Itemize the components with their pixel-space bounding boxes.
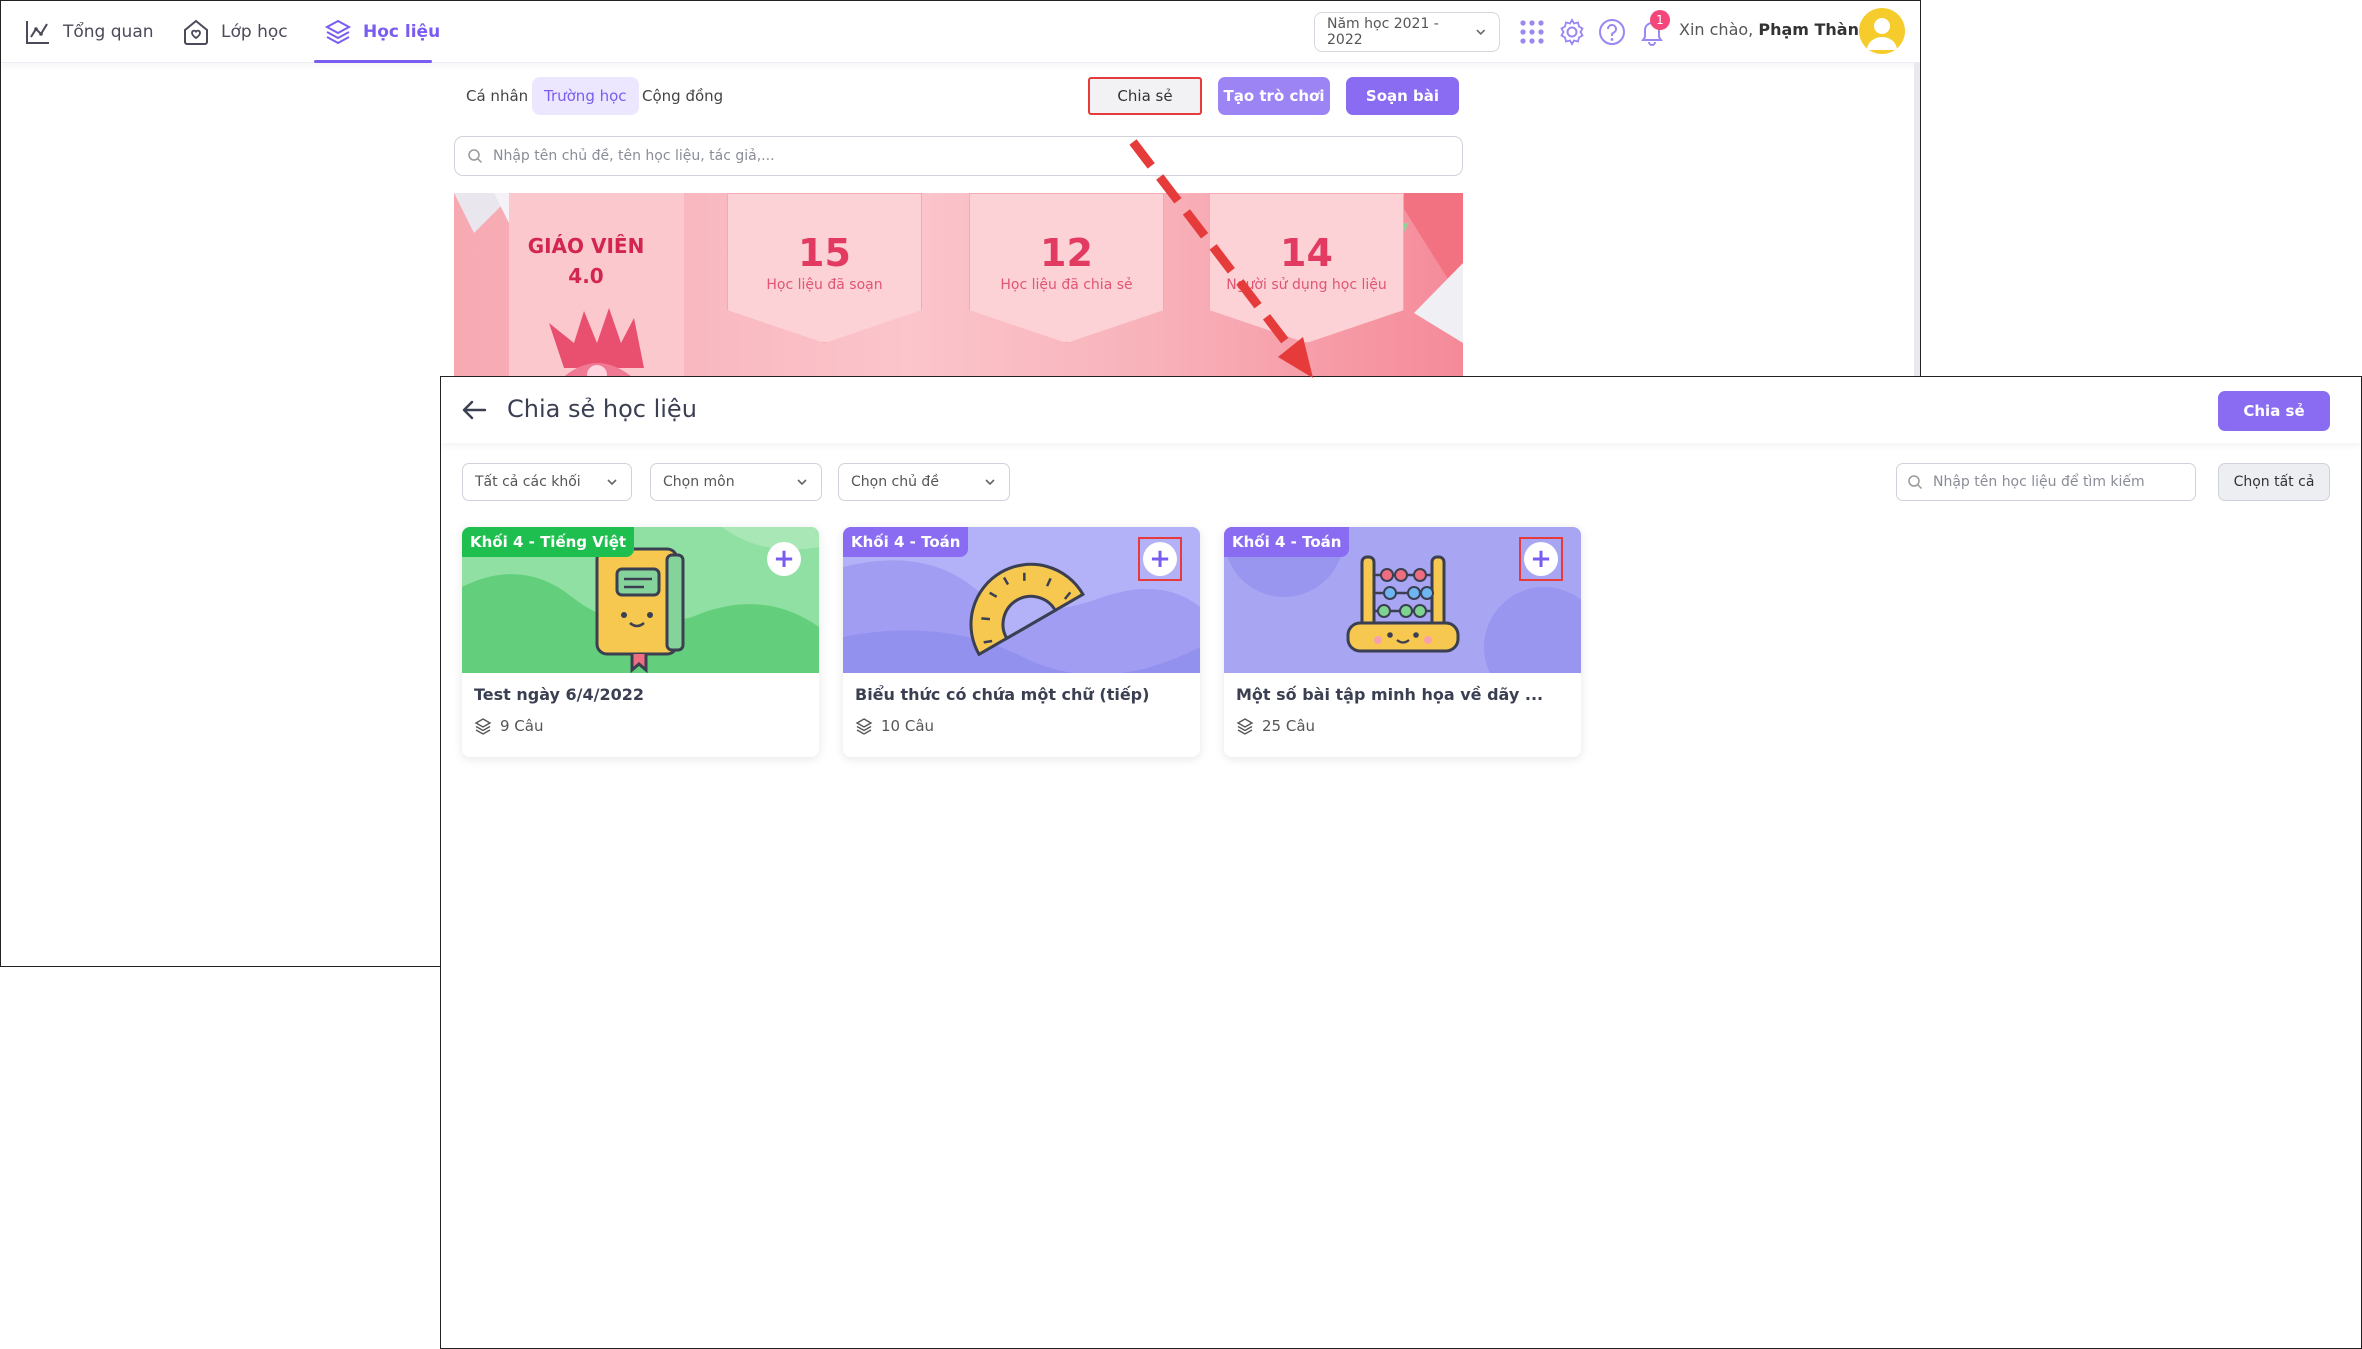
card-question-count-3: 25 Câu bbox=[1262, 717, 1316, 735]
card-grade-tag-3: Khối 4 - Toán bbox=[1224, 527, 1350, 557]
search-icon bbox=[468, 149, 483, 164]
chevron-down-icon bbox=[797, 479, 807, 486]
compose-lesson-button[interactable]: Soạn bài bbox=[1346, 77, 1459, 115]
share-button[interactable]: Chia sẻ bbox=[1088, 77, 1202, 115]
banner-logo-panel bbox=[509, 193, 684, 393]
nav-overview[interactable]: Tổng quan bbox=[23, 15, 154, 49]
greeting-text: Xin chào, bbox=[1679, 20, 1754, 39]
tab-community[interactable]: Cộng đồng bbox=[630, 77, 735, 115]
greeting: Xin chào, Phạm Thành bbox=[1679, 20, 1870, 39]
stat-label-3: Người sử dụng học liệu bbox=[1226, 277, 1387, 293]
plus-icon: + bbox=[1143, 542, 1177, 576]
materials-search-placeholder: Nhập tên chủ đề, tên học liệu, tác giả,.… bbox=[493, 148, 775, 164]
help-icon[interactable] bbox=[1597, 17, 1627, 47]
add-to-share-button-3[interactable]: + bbox=[1519, 537, 1563, 581]
card-title-1: Test ngày 6/4/2022 bbox=[474, 685, 645, 704]
material-card-1[interactable]: Khối 4 - Tiếng Việt + Test ngày 6/4/2022… bbox=[462, 527, 819, 757]
teacher-badge-line2: 4.0 bbox=[568, 264, 604, 288]
screenshot-canvas: Tổng quan Lớp học Học liệu Năm học 2021 … bbox=[0, 0, 2362, 1349]
layers-icon bbox=[1236, 718, 1254, 735]
back-arrow-icon[interactable] bbox=[459, 395, 489, 425]
tab-personal[interactable]: Cá nhân bbox=[454, 77, 540, 115]
card-grade-tag-1: Khối 4 - Tiếng Việt bbox=[462, 527, 635, 557]
user-name: Phạm Thành bbox=[1758, 20, 1871, 39]
chevron-down-icon bbox=[607, 479, 617, 486]
share-search-input[interactable]: Nhập tên học liệu để tìm kiếm bbox=[1896, 463, 2196, 501]
card-meta-2: 10 Câu bbox=[855, 717, 934, 735]
stat-value-3: 14 bbox=[1280, 231, 1333, 275]
grade-filter-value: Tất cả các khối bbox=[475, 474, 581, 490]
add-to-share-button-1[interactable]: + bbox=[762, 537, 806, 581]
gear-icon[interactable] bbox=[1557, 17, 1587, 47]
stat-value-2: 12 bbox=[1040, 231, 1093, 275]
card-meta-1: 9 Câu bbox=[474, 717, 543, 735]
plus-icon: + bbox=[767, 542, 801, 576]
share-submit-button[interactable]: Chia sẻ bbox=[2218, 391, 2330, 431]
add-to-share-button-2[interactable]: + bbox=[1138, 537, 1182, 581]
select-all-button[interactable]: Chọn tất cả bbox=[2218, 463, 2330, 501]
nav-materials-label: Học liệu bbox=[363, 22, 441, 42]
share-page-title: Chia sẻ học liệu bbox=[507, 395, 697, 423]
stat-label-2: Học liệu đã chia sẻ bbox=[1000, 277, 1133, 293]
notification-badge: 1 bbox=[1650, 10, 1670, 30]
card-question-count-1: 9 Câu bbox=[500, 717, 544, 735]
nav-active-underline bbox=[314, 60, 432, 63]
nav-classes-label: Lớp học bbox=[221, 22, 288, 42]
teacher-badge-line1: GIÁO VIÊN bbox=[527, 234, 645, 258]
share-header: Chia sẻ học liệu Chia sẻ bbox=[441, 377, 2361, 443]
plus-icon: + bbox=[1524, 542, 1558, 576]
nav-classes[interactable]: Lớp học bbox=[181, 15, 288, 49]
materials-search-input[interactable]: Nhập tên chủ đề, tên học liệu, tác giả,.… bbox=[454, 136, 1463, 176]
card-title-2: Biểu thức có chứa một chữ (tiếp) bbox=[855, 685, 1150, 704]
user-avatar-icon bbox=[1867, 18, 1897, 50]
create-game-button[interactable]: Tạo trò chơi bbox=[1218, 77, 1330, 115]
avatar[interactable] bbox=[1859, 8, 1905, 54]
card-title-3: Một số bài tập minh họa về dãy ... bbox=[1236, 685, 1544, 704]
subject-filter-select[interactable]: Chọn môn bbox=[650, 463, 822, 501]
stat-label-1: Học liệu đã soạn bbox=[766, 277, 883, 293]
lotus-icon bbox=[549, 308, 644, 385]
apps-grid-icon[interactable] bbox=[1517, 17, 1547, 47]
share-search-placeholder: Nhập tên học liệu để tìm kiếm bbox=[1933, 474, 2145, 490]
topic-filter-value: Chọn chủ đề bbox=[851, 474, 939, 490]
material-card-2[interactable]: Khối 4 - Toán + Biểu thức có chứa một ch… bbox=[843, 527, 1200, 757]
card-question-count-2: 10 Câu bbox=[881, 717, 935, 735]
school-year-value: Năm học 2021 - 2022 bbox=[1327, 16, 1439, 48]
chevron-down-icon bbox=[985, 479, 995, 486]
tab-school[interactable]: Trường học bbox=[532, 77, 639, 115]
search-icon bbox=[1908, 475, 1923, 490]
card-meta-3: 25 Câu bbox=[1236, 717, 1315, 735]
grade-filter-select[interactable]: Tất cả các khối bbox=[462, 463, 632, 501]
card-grade-tag-2: Khối 4 - Toán bbox=[843, 527, 969, 557]
share-materials-window: Chia sẻ học liệu Chia sẻ Tất cả các khối… bbox=[440, 376, 2362, 1349]
layers-icon bbox=[324, 19, 352, 45]
teacher-badge-title: GIÁO VIÊN 4.0 bbox=[516, 231, 656, 291]
home-heart-icon bbox=[184, 19, 208, 45]
subject-filter-value: Chọn môn bbox=[663, 474, 735, 490]
chevron-down-icon bbox=[1475, 29, 1485, 36]
topic-filter-select[interactable]: Chọn chủ đề bbox=[838, 463, 1010, 501]
top-navbar: Tổng quan Lớp học Học liệu Năm học 2021 … bbox=[1, 1, 1920, 63]
chart-line-icon bbox=[26, 21, 49, 44]
nav-materials[interactable]: Học liệu bbox=[323, 15, 440, 49]
teacher-banner: GIÁO VIÊN 4.0 15 Học liệu đã soạn 12 Học… bbox=[454, 193, 1463, 393]
nav-overview-label: Tổng quan bbox=[63, 22, 154, 42]
school-year-select[interactable]: Năm học 2021 - 2022 bbox=[1314, 12, 1500, 52]
material-card-3[interactable]: Khối 4 - Toán + Một số bài tập minh họa … bbox=[1224, 527, 1581, 757]
layers-icon bbox=[855, 718, 873, 735]
layers-icon bbox=[474, 718, 492, 735]
stat-value-1: 15 bbox=[798, 231, 851, 275]
